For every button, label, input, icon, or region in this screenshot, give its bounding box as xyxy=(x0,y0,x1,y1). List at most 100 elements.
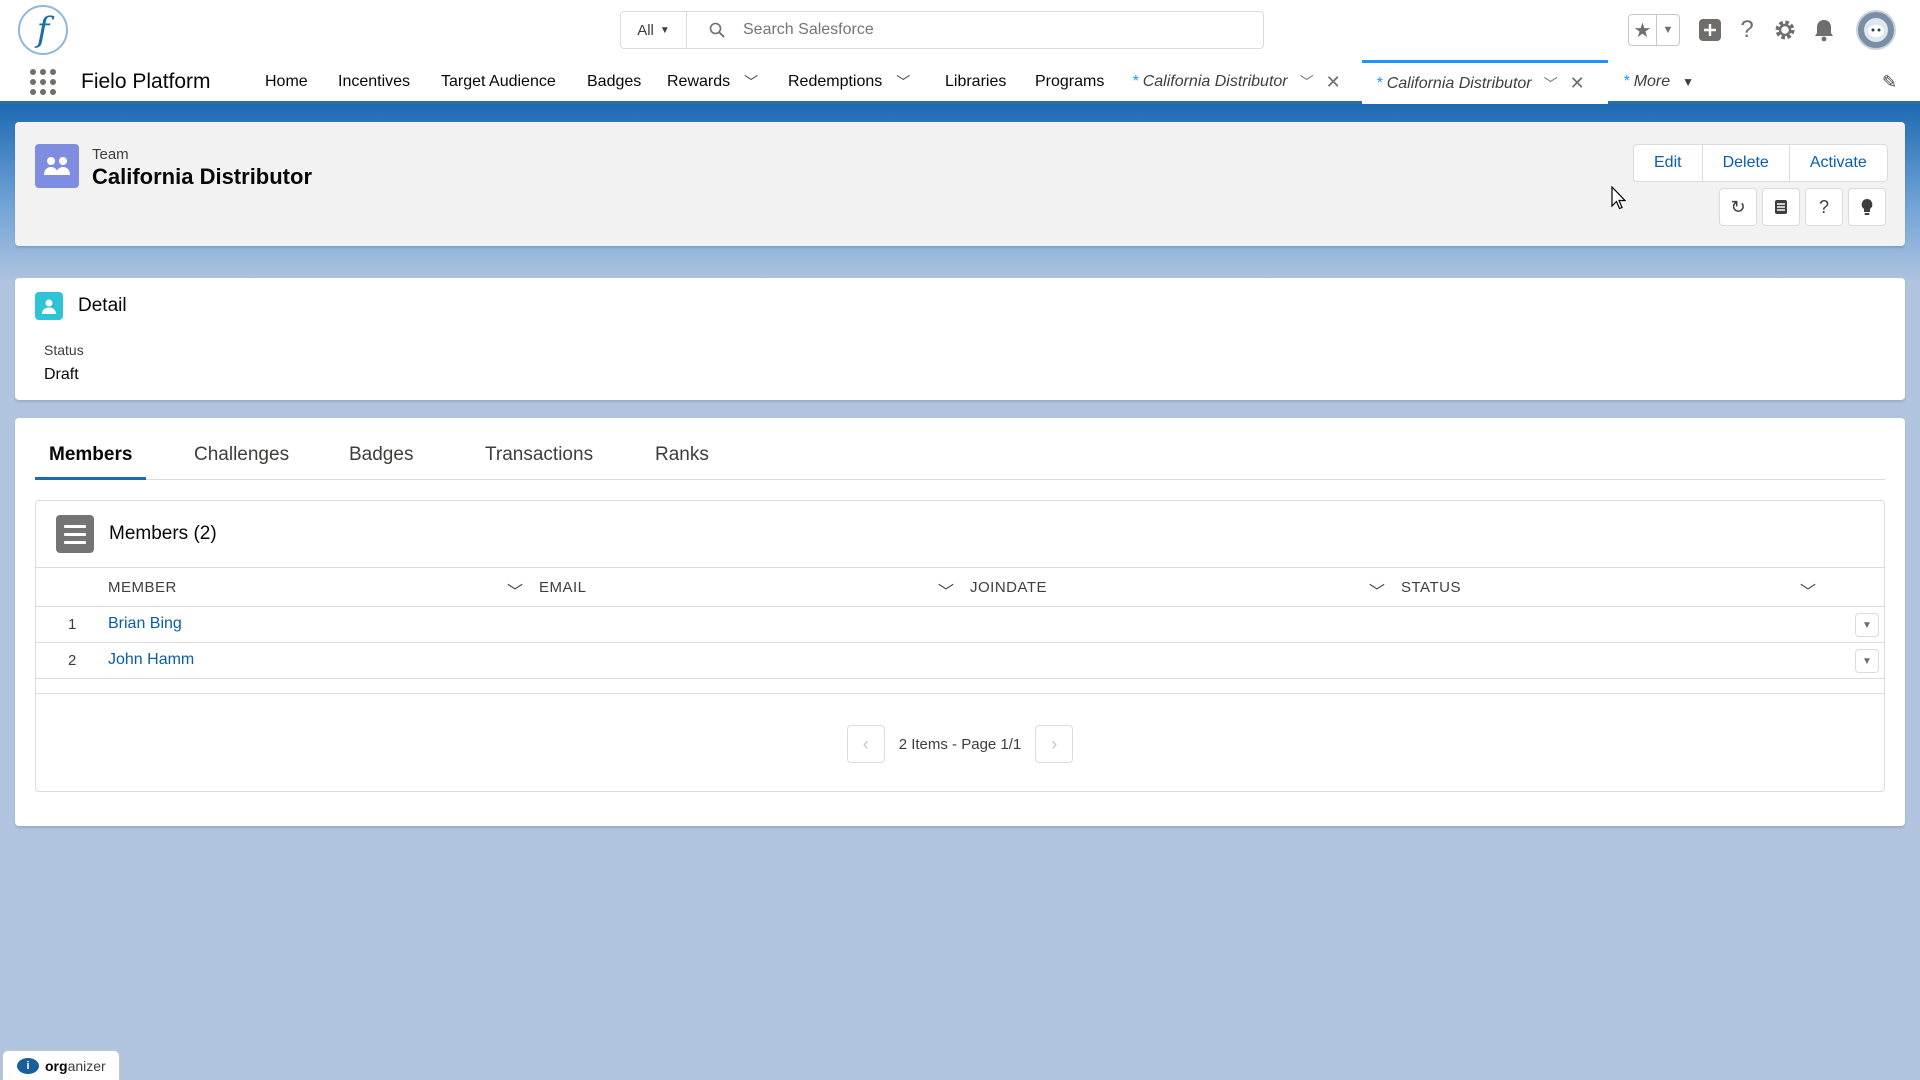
contact-icon xyxy=(35,292,63,320)
close-tab-icon[interactable]: ✕ xyxy=(1326,72,1341,93)
user-avatar[interactable] xyxy=(1856,10,1896,50)
team-icon xyxy=(35,144,79,188)
row-actions-caret-icon[interactable]: ▼ xyxy=(1855,649,1879,673)
row-actions-caret-icon[interactable]: ▼ xyxy=(1855,613,1879,637)
detail-card-title: Detail xyxy=(78,295,127,316)
organizer-utility-item[interactable]: i organizer xyxy=(2,1050,120,1080)
nav-item-badges[interactable]: Badges xyxy=(587,60,641,104)
chevron-down-icon[interactable]: ﹀ xyxy=(1369,578,1385,602)
chevron-right-icon: › xyxy=(1051,733,1058,754)
search-scope-dropdown[interactable]: All ▼ xyxy=(621,12,687,48)
edit-nav-pencil-icon[interactable]: ✎ xyxy=(1882,72,1897,93)
global-header: f All ▼ ★ ▼ ? xyxy=(0,0,1920,60)
nav-item-rewards[interactable]: Rewards ﹀ xyxy=(667,60,758,104)
record-highlights-panel: Team California Distributor Edit Delete … xyxy=(15,122,1905,246)
astro-avatar-icon xyxy=(1864,18,1888,42)
app-name: Fielo Platform xyxy=(81,70,211,93)
chevron-down-icon[interactable]: ﹀ xyxy=(744,72,758,92)
pagination-label: 2 Items - Page 1/1 xyxy=(898,735,1022,753)
chevron-down-icon[interactable]: ﹀ xyxy=(938,578,954,602)
organizer-logo-icon: i xyxy=(17,1057,39,1074)
tab-badges[interactable]: Badges xyxy=(349,444,413,480)
pagination: ‹ 2 Items - Page 1/1 › xyxy=(36,725,1884,763)
related-tabs: Members Challenges Badges Transactions R… xyxy=(35,418,1885,480)
chevron-down-icon[interactable]: ﹀ xyxy=(1300,72,1314,92)
delete-button[interactable]: Delete xyxy=(1703,145,1790,181)
chevron-down-icon[interactable]: ﹀ xyxy=(896,72,910,92)
mouse-cursor-icon xyxy=(1611,186,1627,210)
tab-members[interactable]: Members xyxy=(35,444,147,480)
nav-item-incentives[interactable]: Incentives xyxy=(338,60,410,104)
tab-ranks[interactable]: Ranks xyxy=(655,444,709,480)
next-page-button[interactable]: › xyxy=(1035,725,1074,763)
column-header-status[interactable]: STATUS xyxy=(1401,568,1461,606)
tab-transactions[interactable]: Transactions xyxy=(485,444,593,480)
list-icon xyxy=(56,515,94,553)
status-field-value: Draft xyxy=(44,366,79,383)
caret-down-icon: ▼ xyxy=(659,24,670,36)
search-input-wrapper xyxy=(687,12,1263,48)
member-link[interactable]: John Hamm xyxy=(108,651,194,669)
activate-button[interactable]: Activate xyxy=(1790,145,1887,181)
refresh-button[interactable]: ↻ xyxy=(1719,188,1757,226)
organizer-label-prefix: org xyxy=(45,1057,68,1074)
refresh-icon: ↻ xyxy=(1730,196,1746,217)
caret-down-icon: ▼ xyxy=(1682,75,1695,89)
search-scope-label: All xyxy=(637,21,654,39)
detail-card: Detail Status Draft xyxy=(15,278,1905,400)
global-actions-icon[interactable] xyxy=(1694,14,1726,46)
chevron-down-icon[interactable]: ﹀ xyxy=(507,578,523,602)
previous-page-button[interactable]: ‹ xyxy=(846,725,885,763)
tip-button[interactable] xyxy=(1848,188,1886,226)
column-header-member[interactable]: MEMBER xyxy=(108,568,177,606)
nav-item-target-audience[interactable]: Target Audience xyxy=(441,60,556,104)
star-icon: ★ xyxy=(1629,15,1657,45)
lightbulb-icon xyxy=(1861,199,1873,215)
close-tab-icon[interactable]: ✕ xyxy=(1570,73,1585,94)
record-actions: Edit Delete Activate xyxy=(1633,144,1888,182)
table-row: 2 John Hamm ▼ xyxy=(36,643,1884,679)
global-search: All ▼ xyxy=(620,11,1264,49)
favorites-list-caret-icon[interactable]: ▼ xyxy=(1657,15,1679,45)
status-field-label: Status xyxy=(44,342,84,358)
related-lists-card: Members Challenges Badges Transactions R… xyxy=(15,418,1905,826)
nav-item-programs[interactable]: Programs xyxy=(1035,60,1104,104)
tab-challenges[interactable]: Challenges xyxy=(194,444,289,480)
member-link[interactable]: Brian Bing xyxy=(108,615,182,633)
organizer-label-suffix: anizer xyxy=(67,1057,106,1074)
column-header-email[interactable]: EMAIL xyxy=(539,568,587,606)
table-header: MEMBER ﹀ EMAIL ﹀ JOINDATE ﹀ STATUS ﹀ xyxy=(36,567,1884,607)
chevron-down-icon[interactable]: ﹀ xyxy=(1800,578,1816,602)
help-button[interactable]: ? xyxy=(1805,188,1843,226)
edit-button[interactable]: Edit xyxy=(1634,145,1703,181)
fielo-logo[interactable]: f xyxy=(18,5,68,55)
nav-item-libraries[interactable]: Libraries xyxy=(945,60,1006,104)
app-navigation-bar: Fielo Platform Home Incentives Target Au… xyxy=(0,60,1920,104)
help-icon[interactable]: ? xyxy=(1731,14,1763,46)
favorites-button[interactable]: ★ ▼ xyxy=(1628,14,1680,46)
records-list-button[interactable] xyxy=(1762,188,1800,226)
table-row: 1 Brian Bing ▼ xyxy=(36,607,1884,643)
notifications-bell-icon[interactable] xyxy=(1808,14,1840,46)
setup-gear-icon[interactable] xyxy=(1769,14,1801,46)
row-number: 1 xyxy=(68,616,77,633)
row-number: 2 xyxy=(68,652,77,669)
list-footer-divider xyxy=(36,693,1884,694)
app-launcher-waffle-icon[interactable] xyxy=(30,69,56,95)
nav-item-home[interactable]: Home xyxy=(265,60,308,104)
search-icon xyxy=(709,22,725,38)
nav-item-redemptions[interactable]: Redemptions ﹀ xyxy=(788,60,910,104)
workspace-tab-california-distributor-2[interactable]: * California Distributor ﹀ ✕ xyxy=(1362,60,1608,104)
list-stack-icon xyxy=(1775,200,1787,214)
record-title: California Distributor xyxy=(92,164,313,189)
workspace-tab-california-distributor-1[interactable]: * California Distributor ﹀ ✕ xyxy=(1118,60,1354,104)
record-type-label: Team xyxy=(92,146,129,163)
members-related-list: Members (2) MEMBER ﹀ EMAIL ﹀ JOINDATE ﹀ … xyxy=(35,500,1885,792)
chevron-down-icon[interactable]: ﹀ xyxy=(1544,74,1558,94)
chevron-left-icon: ‹ xyxy=(862,733,869,754)
related-list-title: Members (2) xyxy=(109,523,217,544)
column-header-joindate[interactable]: JOINDATE xyxy=(970,568,1047,606)
nav-more-menu[interactable]: * More ▼ xyxy=(1609,60,1709,104)
question-icon: ? xyxy=(1818,196,1829,217)
search-input[interactable] xyxy=(743,21,1223,39)
